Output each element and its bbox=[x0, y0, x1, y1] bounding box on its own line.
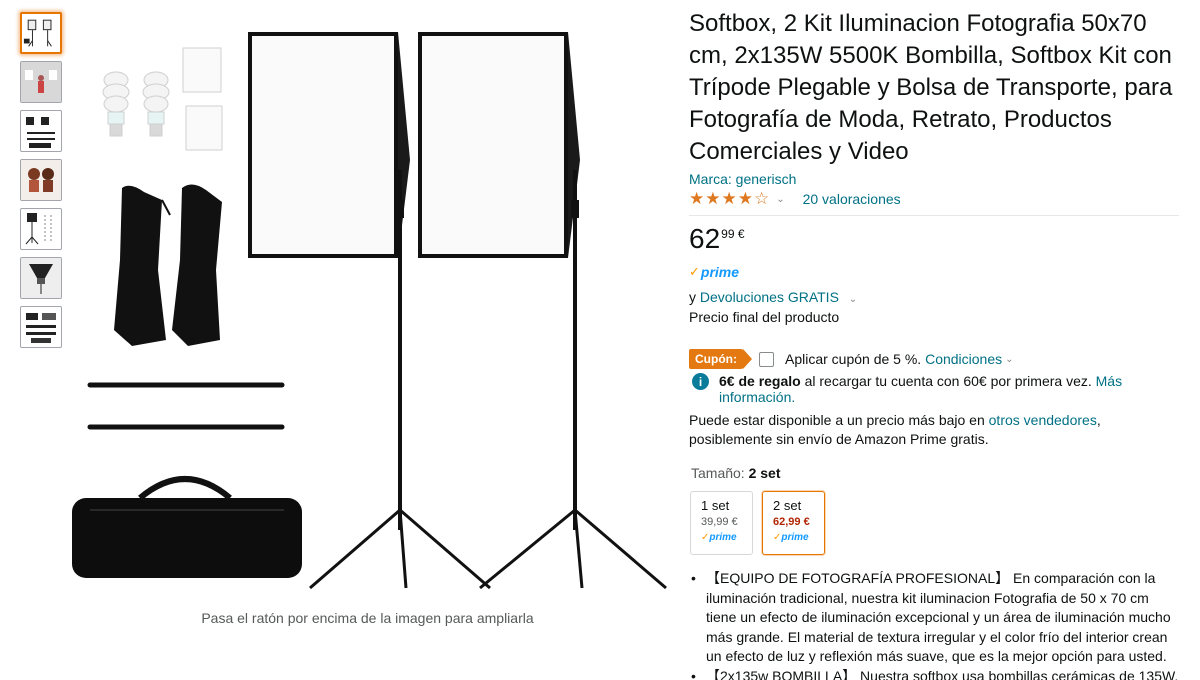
final-price-note: Precio final del producto bbox=[689, 309, 840, 325]
coupon-badge: Cupón: bbox=[689, 349, 752, 369]
size-option-price: 62,99 € bbox=[773, 516, 810, 528]
thumbnail-accessories[interactable] bbox=[20, 306, 62, 348]
prime-check-icon: ✓ bbox=[689, 264, 700, 279]
main-product-image[interactable] bbox=[70, 10, 670, 595]
size-option-prime: ✓prime bbox=[773, 530, 814, 546]
carry-bag-image bbox=[72, 476, 302, 578]
thumbnail-softbox-detail[interactable] bbox=[20, 257, 62, 299]
coupon-conditions-link[interactable]: Condiciones bbox=[925, 351, 1002, 367]
returns-row: y Devoluciones GRATIS ⌄ bbox=[689, 289, 1179, 305]
coupon-row: Cupón: Aplicar cupón de 5 %. Condiciones… bbox=[689, 349, 1179, 369]
chevron-down-icon[interactable]: ⌄ bbox=[1005, 354, 1013, 365]
free-returns-link[interactable]: Devoluciones GRATIS bbox=[700, 289, 839, 305]
size-label-text: Tamaño: bbox=[691, 465, 745, 481]
size-selected: 2 set bbox=[748, 465, 781, 481]
size-option-prime-label: prime bbox=[781, 532, 809, 543]
prime-label: prime bbox=[700, 264, 740, 280]
gift-info-row: i 6€ de regalo al recargar tu cuenta con… bbox=[689, 373, 1179, 405]
folded-tripod-image bbox=[87, 382, 285, 430]
chevron-down-icon[interactable]: ⌄ bbox=[849, 294, 857, 305]
folded-softbox-image bbox=[114, 184, 222, 346]
thumbnail-strip bbox=[20, 12, 64, 355]
size-option-name: 2 set bbox=[773, 498, 802, 513]
info-icon: i bbox=[692, 373, 709, 390]
gift-bold: 6€ de regalo bbox=[719, 373, 801, 389]
brand-link[interactable]: Marca: generisch bbox=[689, 171, 1179, 187]
other-sellers-note: Puede estar disponible a un precio más b… bbox=[689, 411, 1179, 449]
size-option-1-set[interactable]: 1 set 39,99 € ✓prime bbox=[690, 491, 753, 555]
other-sellers-prefix: Puede estar disponible a un precio más b… bbox=[689, 412, 989, 428]
star-rating-icon[interactable]: ★★★★☆ bbox=[689, 189, 770, 209]
gift-text: al recargar tu cuenta con 60€ por primer… bbox=[800, 373, 1096, 389]
size-label: Tamaño: 2 set bbox=[691, 465, 1179, 481]
size-option-name: 1 set bbox=[701, 498, 730, 513]
rating-row: ★★★★☆ ⌄ 20 valoraciones bbox=[689, 189, 1179, 209]
feature-bullet: 【EQUIPO DE FOTOGRAFÍA PROFESIONAL】 En co… bbox=[689, 569, 1179, 667]
thumbnail-parts[interactable] bbox=[20, 110, 62, 152]
coupon-checkbox[interactable] bbox=[758, 351, 774, 367]
size-option-prime-label: prime bbox=[709, 532, 737, 543]
size-option-price: 39,99 € bbox=[701, 516, 738, 528]
coupon-text: Aplicar cupón de 5 %. bbox=[784, 351, 922, 367]
product-title: Softbox, 2 Kit Iluminacion Fotografia 50… bbox=[689, 10, 1173, 165]
thumbnail-studio[interactable] bbox=[20, 61, 62, 103]
returns-prefix: y bbox=[689, 289, 696, 305]
diffuser-image bbox=[182, 47, 223, 151]
price: 62 99 € bbox=[689, 224, 1179, 254]
thumbnail-tripod-dimensions[interactable] bbox=[20, 208, 62, 250]
product-info-panel: Softbox, 2 Kit Iluminacion Fotografia 50… bbox=[689, 8, 1179, 680]
softbox-right-image bbox=[418, 32, 667, 590]
size-options: 1 set 39,99 € ✓prime 2 set 62,99 € ✓prim… bbox=[690, 491, 1179, 555]
feature-bullets: 【EQUIPO DE FOTOGRAFÍA PROFESIONAL】 En co… bbox=[689, 569, 1179, 680]
chevron-down-icon[interactable]: ⌄ bbox=[776, 194, 784, 205]
bulb-image bbox=[102, 71, 170, 137]
feature-bullet: 【2x135w BOMBILLA】 Nuestra softbox usa bo… bbox=[689, 667, 1179, 680]
gift-text-wrap: 6€ de regalo al recargar tu cuenta con 6… bbox=[719, 373, 1179, 405]
size-option-2-set[interactable]: 2 set 62,99 € ✓prime bbox=[762, 491, 825, 555]
divider bbox=[689, 215, 1179, 216]
price-fraction: 99 € bbox=[721, 227, 745, 241]
thumbnail-portrait[interactable] bbox=[20, 159, 62, 201]
reviews-link[interactable]: 20 valoraciones bbox=[803, 191, 901, 207]
size-option-prime: ✓prime bbox=[701, 530, 742, 546]
price-whole: 62 bbox=[689, 223, 721, 254]
thumbnail-kit[interactable] bbox=[20, 12, 62, 54]
zoom-hint: Pasa el ratón por encima de la imagen pa… bbox=[201, 610, 534, 626]
other-sellers-link[interactable]: otros vendedores bbox=[989, 412, 1097, 428]
prime-badge: ✓ prime bbox=[689, 264, 1179, 280]
